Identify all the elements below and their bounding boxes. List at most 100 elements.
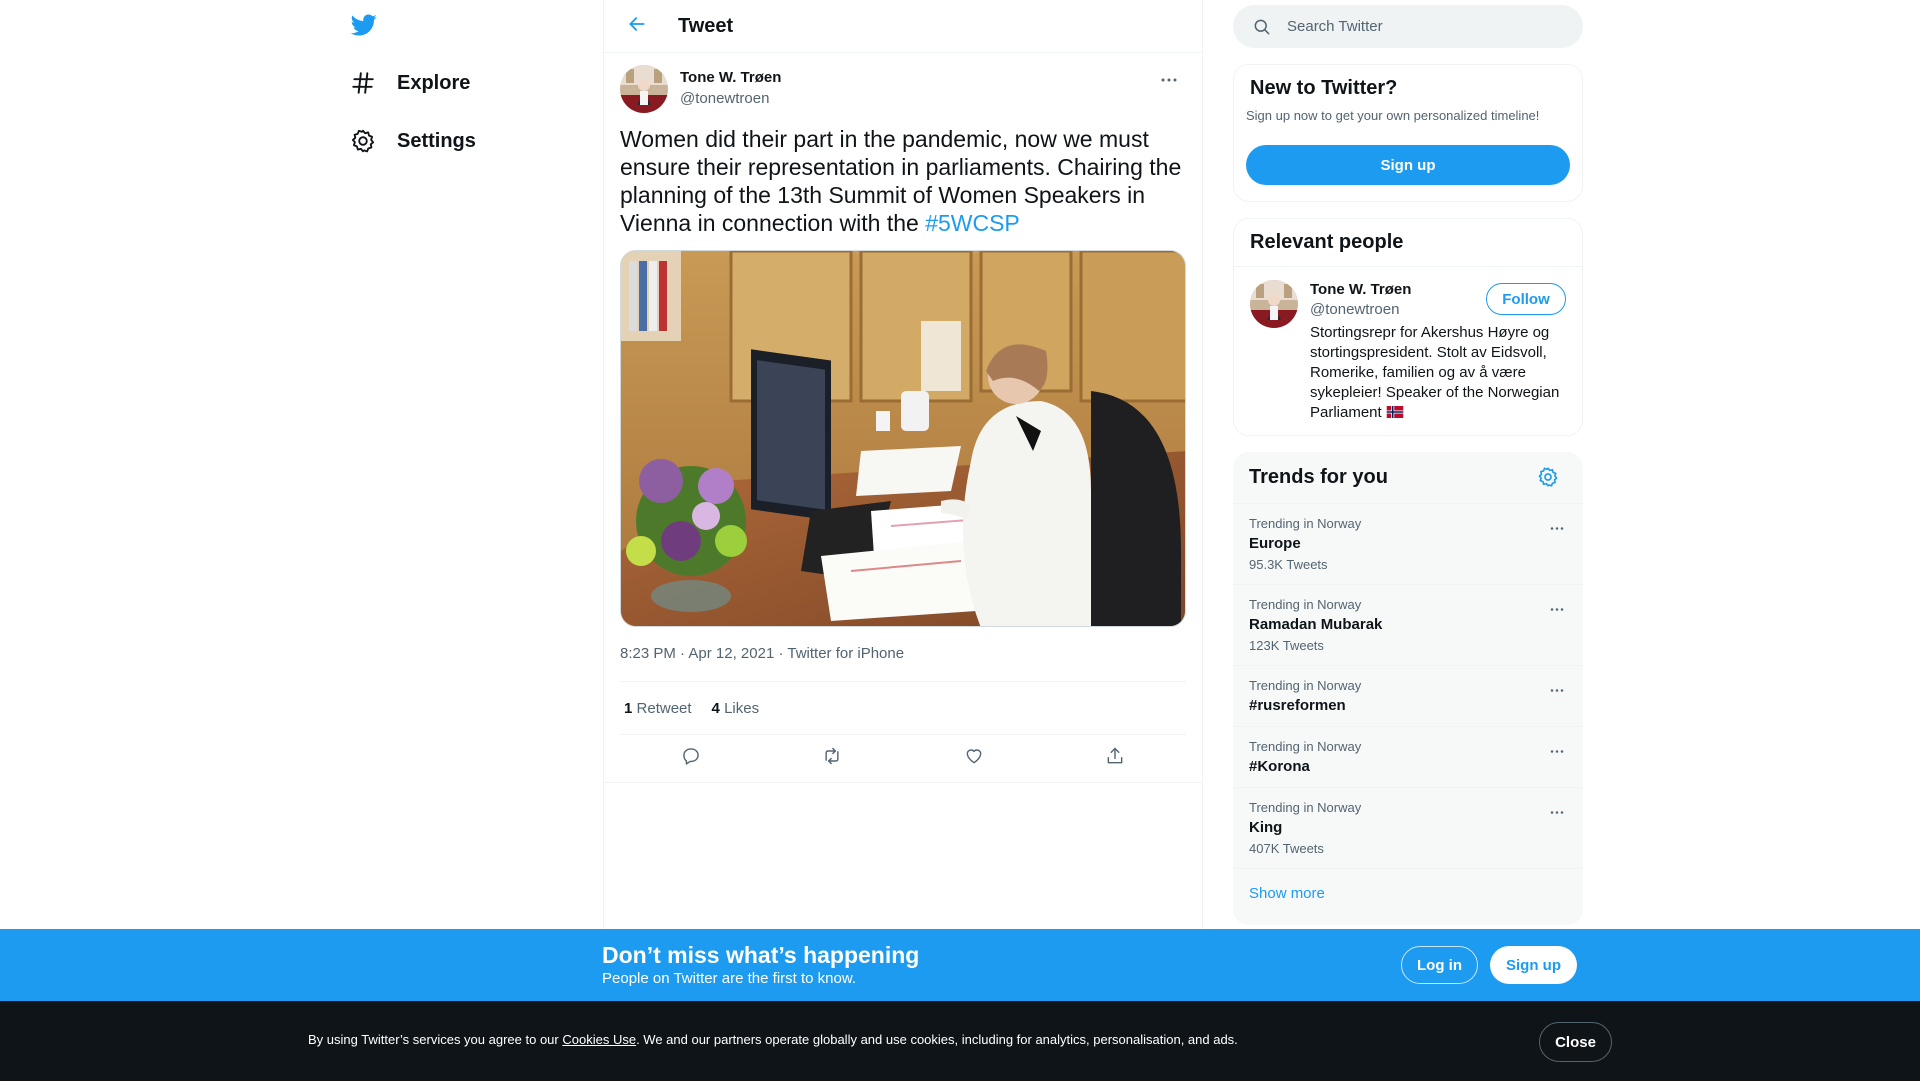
author-name[interactable]: Tone W. Trøen [680, 69, 781, 86]
trends-card: Trends for you Trending in Norway Europe… [1233, 452, 1583, 925]
nav-explore[interactable]: Explore [349, 59, 470, 107]
retweet-icon [822, 746, 842, 771]
trend-item[interactable]: Trending in Norway Ramadan Mubarak 123K … [1233, 585, 1583, 666]
more-dots-icon[interactable] [1545, 741, 1569, 761]
retweets-count: 1 [624, 699, 633, 717]
more-dots-icon [1160, 70, 1178, 88]
signup-prompt-title: Don’t miss what’s happening [602, 942, 920, 968]
signup-prompt-bar: Don’t miss what’s happening People on Tw… [0, 929, 1920, 1001]
likes-label: Likes [724, 699, 760, 717]
like-button[interactable] [954, 739, 994, 779]
more-dots-icon[interactable] [1545, 802, 1569, 822]
tweet-source[interactable]: Twitter for iPhone [787, 645, 904, 662]
trend-count: 123K Tweets [1249, 638, 1324, 653]
tweet-stats: 1 Retweet 4 Likes [620, 681, 1186, 735]
show-more-link[interactable]: Show more [1233, 869, 1583, 918]
relevant-person-name[interactable]: Tone W. Trøen [1310, 281, 1411, 298]
tweet-date[interactable]: Apr 12, 2021 [688, 645, 774, 662]
tweet-time[interactable]: 8:23 PM [620, 645, 676, 662]
gear-icon [349, 127, 377, 155]
signup-button[interactable]: Sign up [1490, 946, 1577, 984]
tweet-meta: 8:23 PM · Apr 12, 2021 · Twitter for iPh… [620, 645, 1186, 669]
trend-context: Trending in Norway [1249, 516, 1362, 531]
share-button[interactable] [1095, 739, 1135, 779]
hash-icon [349, 69, 377, 97]
retweet-button[interactable] [812, 739, 852, 779]
trend-name: #rusreformen [1249, 697, 1346, 714]
more-dots-icon[interactable] [1545, 680, 1569, 700]
new-to-twitter-card: New to Twitter? Sign up now to get your … [1233, 64, 1583, 202]
trend-name: Ramadan Mubarak [1249, 616, 1383, 633]
author-avatar[interactable] [620, 65, 668, 113]
page-title: Tweet [678, 14, 734, 37]
trends-settings-icon[interactable] [1537, 466, 1559, 488]
tweet-text: Women did their part in the pandemic, no… [620, 125, 1190, 237]
relevant-person-handle[interactable]: @tonewtroen [1310, 301, 1399, 318]
right-sidebar: New to Twitter? Sign up now to get your … [1233, 0, 1583, 925]
retweets-stat[interactable]: 1 Retweet [624, 700, 692, 717]
search-icon [1252, 17, 1272, 37]
heart-icon [964, 746, 984, 771]
relevant-person-bio: Stortingsrepr for Akershus Høyre og stor… [1310, 323, 1572, 423]
cookie-text-after: . We and our partners operate globally a… [636, 1032, 1238, 1047]
trend-context: Trending in Norway [1249, 739, 1362, 754]
relevant-person-avatar[interactable] [1250, 280, 1298, 328]
bio-text: Stortingsrepr for Akershus Høyre og stor… [1310, 324, 1560, 421]
cookie-banner: By using Twitter’s services you agree to… [0, 1001, 1920, 1081]
likes-stat[interactable]: 4 Likes [712, 700, 760, 717]
trend-name: #Korona [1249, 758, 1310, 775]
signup-prompt-subtitle: People on Twitter are the first to know. [602, 970, 857, 987]
tweet-more-button[interactable] [1154, 67, 1184, 91]
trend-context: Trending in Norway [1249, 800, 1362, 815]
tweet-author-row: Tone W. Trøen @tonewtroen [620, 53, 1186, 123]
reply-icon [681, 746, 701, 771]
trend-name: Europe [1249, 535, 1301, 552]
tweet-photo[interactable] [620, 250, 1186, 627]
login-button[interactable]: Log in [1401, 946, 1478, 984]
main-column: Tweet Tone W. Trøen @tonewtroen Women di… [603, 0, 1203, 1081]
search-input[interactable] [1287, 18, 1547, 35]
twitter-bird-icon[interactable] [349, 12, 379, 38]
trends-title: Trends for you [1233, 452, 1583, 504]
trend-item[interactable]: Trending in Norway King 407K Tweets [1233, 788, 1583, 869]
tweet-detail: Tone W. Trøen @tonewtroen Women did thei… [604, 53, 1202, 783]
trend-item[interactable]: Trending in Norway Europe 95.3K Tweets [1233, 504, 1583, 585]
reply-button[interactable] [671, 739, 711, 779]
hashtag-link[interactable]: #5WCSP [925, 210, 1020, 236]
follow-button[interactable]: Follow [1486, 283, 1566, 315]
nav-settings[interactable]: Settings [349, 117, 476, 165]
search-bar[interactable] [1233, 5, 1583, 48]
cookies-use-link[interactable]: Cookies Use [562, 1032, 636, 1047]
relevant-people-title: Relevant people [1234, 219, 1582, 267]
share-icon [1105, 746, 1125, 771]
trend-context: Trending in Norway [1249, 597, 1362, 612]
tweet-body: Women did their part in the pandemic, no… [620, 126, 1182, 236]
cookie-text: By using Twitter’s services you agree to… [308, 1032, 1238, 1047]
retweets-label: Retweet [636, 699, 692, 717]
tweet-actions [604, 735, 1202, 783]
trend-count: 407K Tweets [1249, 841, 1324, 856]
relevant-people-card: Relevant people Tone W. Trøen @tonewtroe… [1233, 218, 1583, 436]
nav-settings-label: Settings [397, 129, 476, 152]
meta-separator-2: · [774, 645, 788, 662]
nav-explore-label: Explore [397, 71, 471, 94]
norway-flag-icon [1386, 404, 1404, 418]
trend-context: Trending in Norway [1249, 678, 1362, 693]
back-button[interactable] [619, 8, 655, 44]
trend-count: 95.3K Tweets [1249, 557, 1328, 572]
trend-item[interactable]: Trending in Norway #rusreformen [1233, 666, 1583, 727]
author-handle[interactable]: @tonewtroen [680, 90, 769, 107]
tweet-header: Tweet [604, 0, 1202, 53]
cookie-close-button[interactable]: Close [1539, 1022, 1612, 1062]
meta-separator: · [675, 645, 689, 662]
trend-item[interactable]: Trending in Norway #Korona [1233, 727, 1583, 788]
likes-count: 4 [711, 699, 720, 717]
trend-name: King [1249, 819, 1283, 836]
new-to-twitter-title: New to Twitter? [1250, 77, 1398, 99]
sidebar-signup-button[interactable]: Sign up [1246, 145, 1570, 185]
cookie-text-before: By using Twitter’s services you agree to… [308, 1032, 563, 1047]
more-dots-icon[interactable] [1545, 599, 1569, 619]
arrow-left-icon [627, 14, 647, 39]
more-dots-icon[interactable] [1545, 518, 1569, 538]
new-to-twitter-subtitle: Sign up now to get your own personalized… [1246, 108, 1540, 123]
